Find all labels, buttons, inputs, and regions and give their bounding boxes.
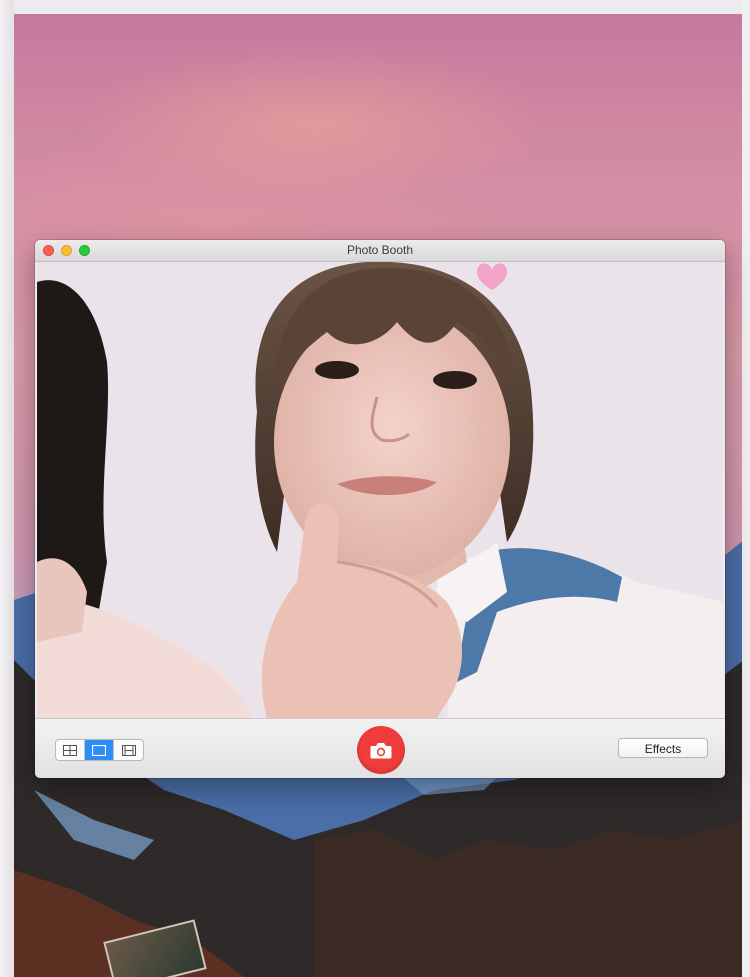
camera-icon: [370, 742, 392, 758]
title-bar[interactable]: Photo Booth: [35, 240, 725, 262]
camera-feed-image: [37, 262, 723, 718]
photo-booth-window: Photo Booth Effects: [35, 240, 725, 778]
single-frame-icon: [92, 744, 106, 756]
screen-bezel-top: [0, 0, 750, 14]
effects-button[interactable]: Effects: [618, 738, 708, 758]
layout-selector: [55, 739, 144, 761]
screen-bezel-left: [0, 0, 14, 977]
camera-preview: [37, 262, 723, 718]
bottom-toolbar: Effects: [35, 718, 725, 778]
desktop-screen: Photo Booth Effects: [0, 0, 750, 977]
grid-2x2-icon: [63, 744, 77, 756]
filmstrip-icon: [121, 744, 136, 756]
single-photo-layout-button[interactable]: [85, 740, 114, 760]
video-layout-button[interactable]: [114, 740, 143, 760]
four-up-layout-button[interactable]: [56, 740, 85, 760]
window-title: Photo Booth: [346, 243, 414, 257]
screen-bezel-right: [742, 0, 750, 977]
take-photo-button[interactable]: [357, 726, 405, 774]
